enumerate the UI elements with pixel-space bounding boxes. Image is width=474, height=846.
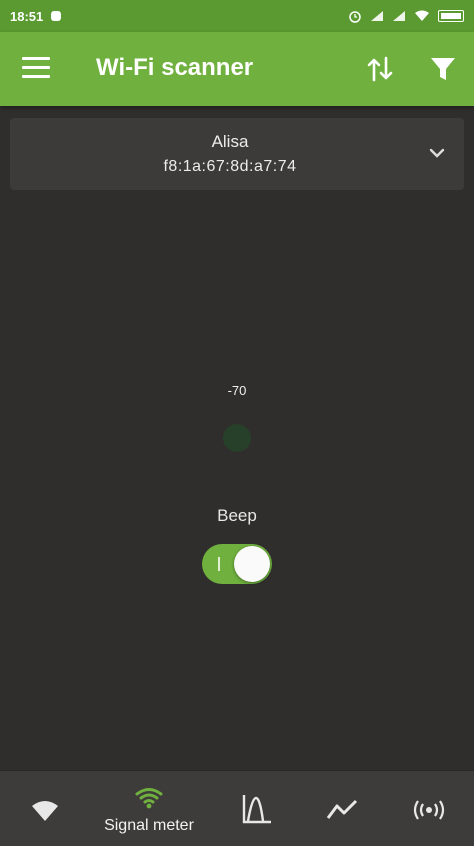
network-name: Alisa bbox=[211, 132, 249, 151]
network-mac-address: f8:1a:67:8d:a7:74 bbox=[163, 158, 297, 175]
nav-item-access-points[interactable] bbox=[384, 771, 474, 846]
nav-item-signal-meter[interactable]: Signal meter bbox=[104, 771, 194, 846]
beep-toggle[interactable] bbox=[202, 544, 272, 584]
chevron-down-icon bbox=[429, 148, 445, 158]
menu-icon-line bbox=[22, 57, 50, 60]
alarm-icon bbox=[349, 11, 361, 23]
nav-item-channel-graph[interactable] bbox=[212, 771, 302, 846]
network-selector[interactable]: Alisa f8:1a:67:8d:a7:74 bbox=[10, 118, 464, 190]
menu-icon-line bbox=[22, 75, 50, 78]
filter-icon bbox=[431, 58, 455, 80]
app-title: Wi-Fi scanner bbox=[96, 54, 254, 81]
menu-icon-line bbox=[22, 66, 50, 69]
nav-item-time-graph[interactable] bbox=[298, 771, 388, 846]
gauge-tick-label: -70 bbox=[228, 383, 247, 395]
channel-graph-icon bbox=[242, 795, 271, 824]
wifi-icon-active bbox=[135, 788, 163, 809]
status-time: 18:51 bbox=[10, 8, 44, 24]
signal-strength-icon bbox=[371, 11, 383, 21]
app-bar: Wi-Fi scanner bbox=[0, 32, 474, 106]
wifi-icon bbox=[32, 801, 58, 821]
beep-indicator-dot bbox=[223, 424, 251, 452]
notification-icon bbox=[51, 11, 62, 21]
toggle-knob bbox=[234, 546, 270, 582]
signal-meter-gauge: -100-90-80-70-60-50-40 bbox=[228, 383, 247, 395]
nav-label-signal-meter: Signal meter bbox=[104, 817, 194, 834]
sort-icon bbox=[367, 56, 393, 82]
wifi-status-icon bbox=[415, 10, 429, 21]
bottom-navigation: Signal meter bbox=[0, 770, 474, 846]
toggle-on-mark bbox=[218, 557, 220, 571]
menu-button[interactable] bbox=[22, 57, 50, 81]
filter-button[interactable] bbox=[428, 54, 458, 84]
signal-strength-icon-2 bbox=[393, 11, 405, 21]
time-graph-icon bbox=[326, 799, 358, 819]
nav-item-wifi-list[interactable] bbox=[0, 771, 90, 846]
battery-icon bbox=[438, 10, 464, 22]
broadcast-icon bbox=[413, 800, 445, 820]
sort-button[interactable] bbox=[364, 52, 396, 86]
beep-label: Beep bbox=[217, 506, 257, 525]
status-bar: 18:51 bbox=[0, 0, 474, 32]
